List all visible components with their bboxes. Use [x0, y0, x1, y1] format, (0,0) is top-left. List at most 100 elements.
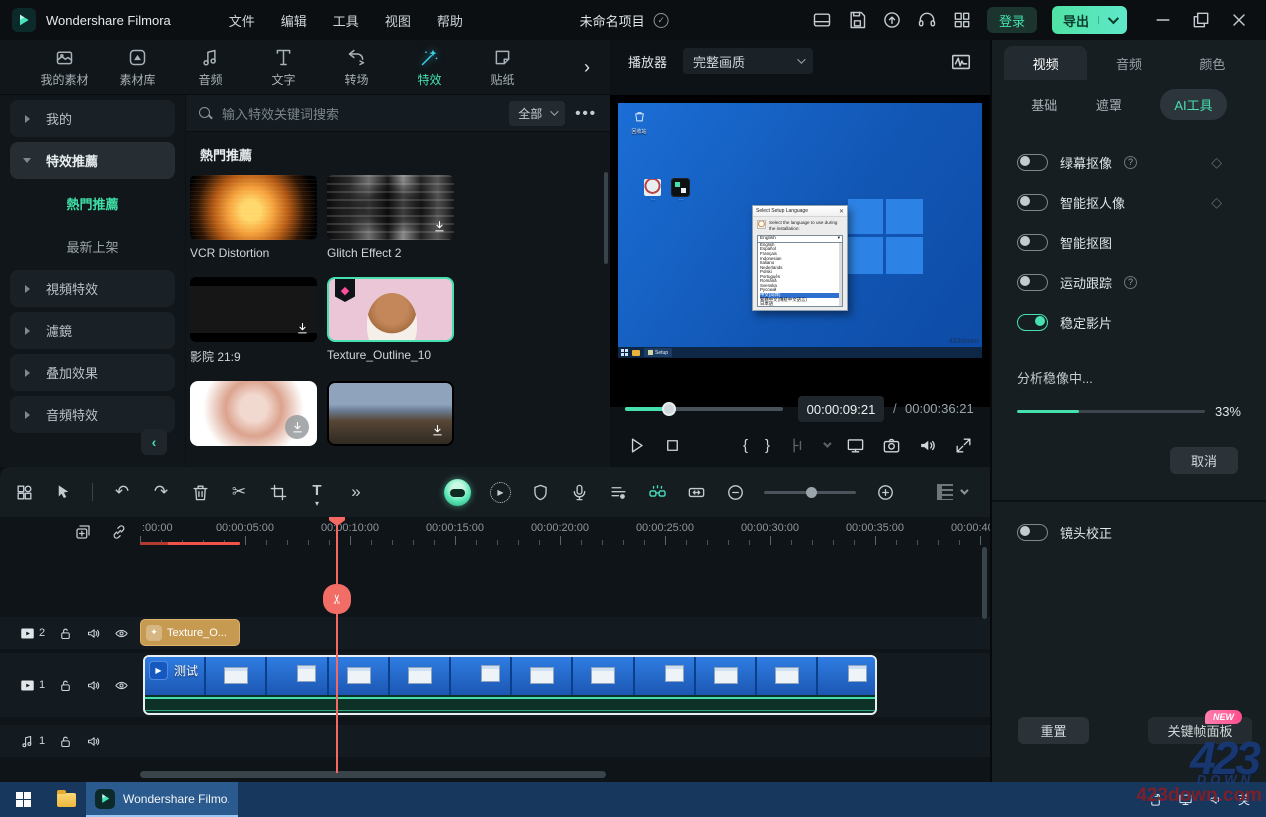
export-dropdown-icon[interactable]: [1098, 16, 1116, 24]
tab-stock-media[interactable]: 素材库: [101, 47, 174, 88]
fullscreen-button[interactable]: [954, 436, 973, 455]
fit-timeline-icon[interactable]: [686, 482, 706, 502]
trim-dropdown-icon[interactable]: [823, 439, 831, 447]
sidebar-item-newest[interactable]: 最新上架: [0, 227, 185, 265]
sidebar-item-filters[interactable]: 濾鏡: [10, 312, 175, 349]
taskbar-task-filmora[interactable]: Wondershare Filmo...: [86, 782, 238, 817]
quality-dropdown[interactable]: 完整画质: [683, 48, 813, 74]
effect-clip[interactable]: ✦ Texture_O...: [140, 619, 240, 646]
menu-file[interactable]: 文件: [229, 11, 255, 30]
more-options-icon[interactable]: •••: [575, 105, 597, 122]
keyframe-diamond-icon[interactable]: ◇: [1211, 194, 1222, 211]
menu-tools[interactable]: 工具: [333, 11, 359, 30]
link-clips-icon[interactable]: [110, 523, 128, 541]
login-button[interactable]: 登录: [987, 7, 1037, 33]
effect-item-cinema[interactable]: 影院 21:9: [190, 277, 317, 365]
effect-item-glitch[interactable]: Glitch Effect 2: [327, 175, 454, 260]
current-timecode[interactable]: 00:00:09:21: [798, 396, 884, 422]
subtab-ai-tools[interactable]: AI工具: [1160, 89, 1226, 120]
timeline-layout-icon[interactable]: [14, 482, 34, 502]
stabilization-toggle[interactable]: [1017, 314, 1048, 331]
undo-icon[interactable]: ↶: [112, 482, 132, 502]
mute-icon[interactable]: [86, 734, 101, 749]
download-icon[interactable]: [429, 422, 446, 439]
smart-cutout-toggle[interactable]: [1017, 234, 1048, 251]
mirror-display-button[interactable]: [846, 436, 865, 455]
menu-help[interactable]: 帮助: [437, 11, 463, 30]
sidebar-item-mine[interactable]: 我的: [10, 100, 175, 137]
speed-text-icon[interactable]: T▾: [307, 482, 327, 502]
save-icon[interactable]: [847, 10, 867, 30]
sidebar-item-video-effects[interactable]: 視頻特效: [10, 270, 175, 307]
tab-text[interactable]: 文字: [247, 47, 320, 88]
tab-stickers[interactable]: 贴纸: [466, 47, 539, 88]
effect-thumbnail[interactable]: [327, 175, 454, 240]
seek-bar[interactable]: [625, 407, 783, 411]
effects-scrollbar[interactable]: [604, 172, 608, 264]
menu-edit[interactable]: 编辑: [281, 11, 307, 30]
tab-video[interactable]: 视频: [1004, 46, 1087, 80]
effect-thumbnail[interactable]: [190, 381, 317, 446]
playhead-cut-button[interactable]: ✂: [323, 584, 351, 614]
minimize-button[interactable]: [1148, 7, 1178, 33]
snapshot-button[interactable]: [882, 436, 901, 455]
redo-icon[interactable]: ↷: [151, 482, 171, 502]
lock-icon[interactable]: [58, 678, 73, 693]
timeline-horizontal-scrollbar[interactable]: [140, 771, 606, 778]
smart-scene-cut-icon[interactable]: [647, 482, 667, 502]
effects-search-bar[interactable]: 输入特效关键词搜索 全部 •••: [186, 95, 610, 132]
help-icon[interactable]: ?: [1124, 276, 1137, 289]
zoom-out-icon[interactable]: [725, 482, 745, 502]
menu-view[interactable]: 视图: [385, 11, 411, 30]
close-button[interactable]: [1224, 7, 1254, 33]
mark-in-button[interactable]: {: [743, 437, 748, 454]
keyframe-diamond-icon[interactable]: ◇: [1211, 154, 1222, 171]
file-explorer-button[interactable]: [46, 793, 86, 807]
seek-knob[interactable]: [662, 402, 676, 416]
delete-icon[interactable]: [190, 482, 210, 502]
sidebar-item-overlays[interactable]: 叠加效果: [10, 354, 175, 391]
motion-tracking-toggle[interactable]: [1017, 274, 1048, 291]
scopes-icon[interactable]: [950, 51, 972, 71]
subtab-basic[interactable]: 基础: [1031, 95, 1057, 114]
effect-thumbnail[interactable]: [190, 277, 317, 342]
mark-out-button[interactable]: }: [765, 437, 770, 454]
more-tools-icon[interactable]: »: [346, 482, 366, 502]
volume-button[interactable]: [918, 436, 937, 455]
effect-item-landscape[interactable]: [327, 381, 454, 446]
search-input[interactable]: 输入特效关键词搜索: [222, 104, 499, 123]
tab-my-media[interactable]: 我的素材: [28, 47, 101, 88]
lock-icon[interactable]: [58, 734, 73, 749]
playhead-line[interactable]: [336, 517, 338, 773]
sidebar-item-recommended[interactable]: 特效推薦: [10, 142, 175, 179]
effect-item-vcr[interactable]: VCR Distortion: [190, 175, 317, 260]
play-button[interactable]: [627, 436, 646, 455]
mute-icon[interactable]: [86, 626, 101, 641]
effect-thumbnail[interactable]: [190, 175, 317, 240]
select-tool-icon[interactable]: [53, 482, 73, 502]
tab-audio[interactable]: 音频: [174, 47, 247, 88]
download-icon[interactable]: [431, 218, 448, 235]
effect-thumbnail[interactable]: [327, 381, 454, 446]
effect-thumbnail-selected[interactable]: ◆: [327, 277, 454, 342]
timeline-vertical-scrollbar[interactable]: [982, 547, 987, 619]
video-clip-selected[interactable]: ▶ 测试: [143, 655, 877, 715]
timeline-zoom-slider[interactable]: [764, 491, 856, 494]
stop-button[interactable]: [663, 436, 682, 455]
hide-eye-icon[interactable]: [114, 626, 129, 641]
download-icon[interactable]: [285, 415, 309, 439]
split-scissors-icon[interactable]: ✂: [229, 482, 249, 502]
subtab-mask[interactable]: 遮罩: [1096, 95, 1122, 114]
voiceover-mic-icon[interactable]: [569, 482, 589, 502]
help-icon[interactable]: ?: [1124, 156, 1137, 169]
start-button[interactable]: [0, 782, 46, 817]
layout-panel-icon[interactable]: [812, 10, 832, 30]
effect-item-texture-outline[interactable]: ◆ Texture_Outline_10: [327, 277, 454, 362]
filter-dropdown[interactable]: 全部: [509, 101, 565, 126]
reset-button[interactable]: 重置: [1018, 717, 1089, 744]
lock-icon[interactable]: [58, 626, 73, 641]
nav-expand-chevron-icon[interactable]: ›: [584, 57, 596, 78]
upload-cloud-icon[interactable]: [882, 10, 902, 30]
tab-color[interactable]: 颜色: [1171, 46, 1254, 80]
hide-eye-icon[interactable]: [114, 678, 129, 693]
